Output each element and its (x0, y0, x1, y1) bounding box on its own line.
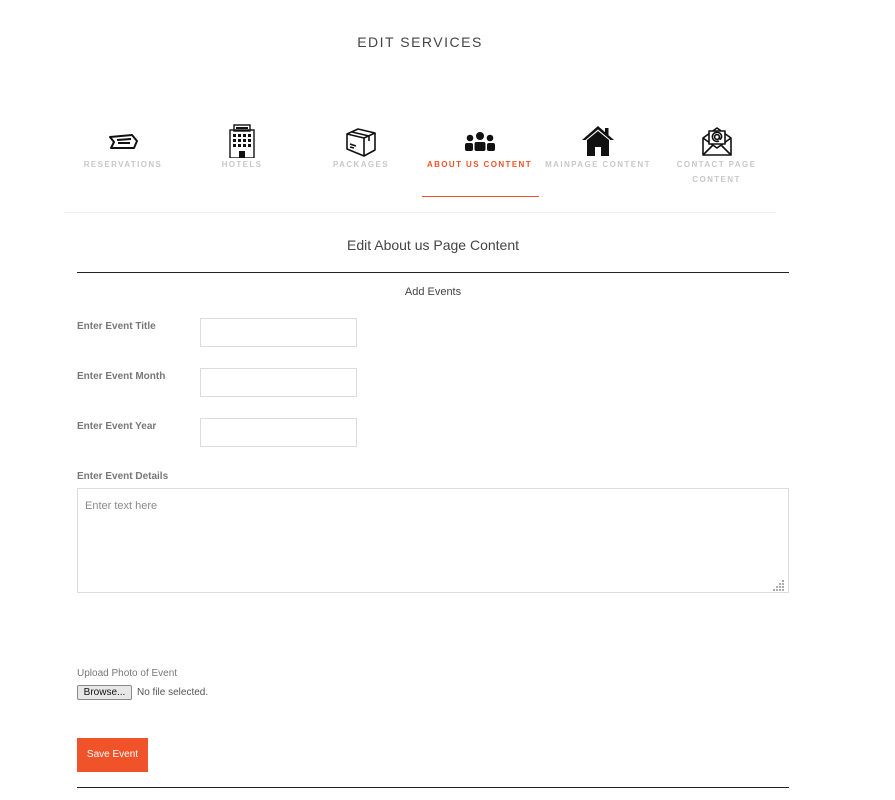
event-title-label: Enter Event Title (77, 321, 156, 332)
tab-reservations[interactable]: RESERVATIONS (64, 118, 182, 212)
active-tab-indicator (422, 196, 539, 197)
event-details-textarea[interactable] (77, 488, 789, 593)
tab-hotels[interactable]: HOTELS (182, 118, 302, 212)
tab-packages[interactable]: PACKAGES (302, 118, 420, 212)
event-details-label: Enter Event Details (77, 471, 169, 482)
tab-label: RESERVATIONS (83, 160, 163, 169)
home-icon (581, 124, 615, 158)
tab-mainpage-content[interactable]: MAINPAGE CONTENT (539, 118, 657, 212)
browse-button[interactable]: Browse... (77, 685, 132, 700)
page-title: EDIT SERVICES (357, 34, 483, 50)
bottom-divider (77, 787, 789, 788)
tab-contact-page-content[interactable]: CONTACT PAGE CONTENT (657, 118, 776, 212)
file-status-text: No file selected. (137, 687, 209, 698)
event-month-input[interactable] (200, 368, 357, 397)
package-icon (344, 124, 378, 158)
tab-label: MAINPAGE CONTENT (545, 160, 651, 169)
tab-about-us-content[interactable]: ABOUT US CONTENT (420, 118, 539, 212)
ticket-icon (106, 124, 140, 158)
tab-label: ABOUT US CONTENT (426, 160, 533, 169)
divider (77, 272, 789, 273)
tab-label: HOTELS (221, 160, 263, 169)
upload-photo-label: Upload Photo of Event (77, 668, 178, 679)
event-month-label: Enter Event Month (77, 371, 166, 382)
tab-label: CONTACT PAGE CONTENT (676, 160, 757, 184)
event-title-input[interactable] (200, 318, 357, 347)
service-tabs: RESERVATIONS HOTELS PACKAGES ABOUT US CO… (64, 118, 776, 213)
event-year-input[interactable] (200, 418, 357, 447)
section-title: Edit About us Page Content (346, 237, 519, 253)
add-events-heading: Add Events (404, 286, 462, 298)
save-event-button[interactable]: Save Event (77, 738, 148, 772)
group-icon (463, 124, 497, 158)
event-year-label: Enter Event Year (77, 421, 157, 432)
hotel-icon (225, 124, 259, 158)
resize-handle-icon[interactable] (773, 578, 785, 591)
email-icon (700, 124, 734, 158)
tab-label: PACKAGES (333, 160, 389, 169)
